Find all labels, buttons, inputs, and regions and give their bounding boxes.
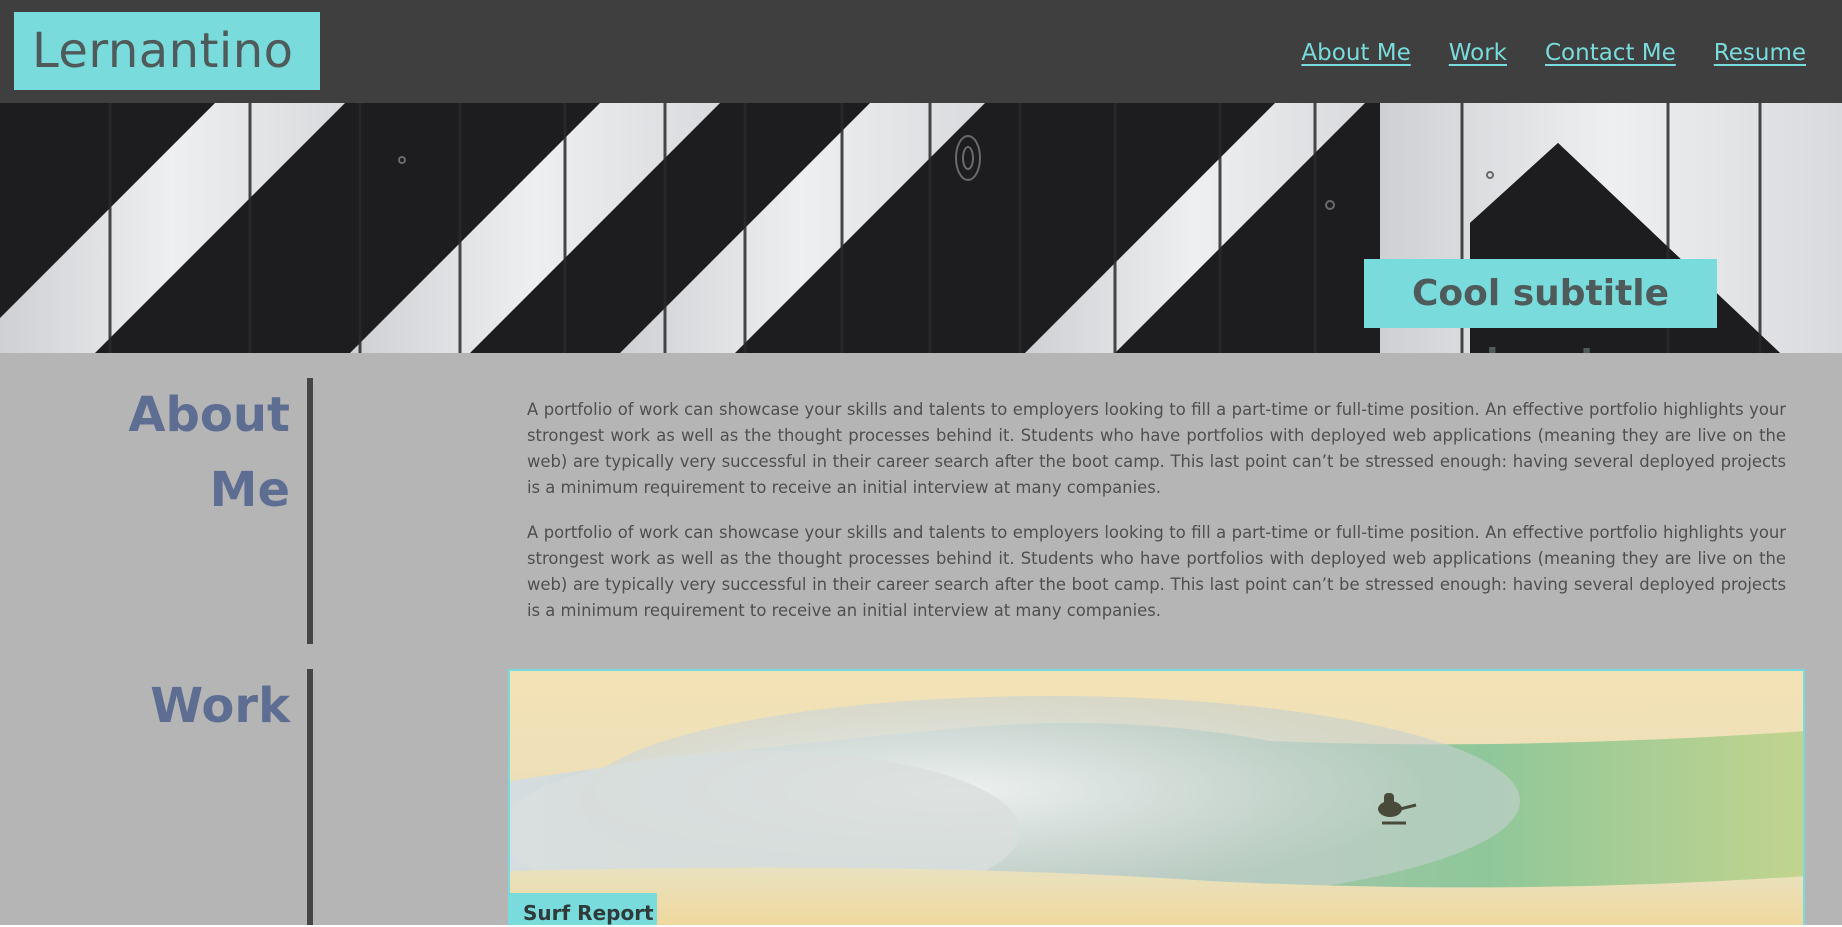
work-title: Work bbox=[150, 678, 290, 734]
nav-link-about-me[interactable]: About Me bbox=[1301, 40, 1410, 66]
portfolio-page: Lernantino About Me Work Contact Me Resu… bbox=[0, 0, 1842, 927]
site-header: Lernantino About Me Work Contact Me Resu… bbox=[0, 0, 1842, 103]
about-paragraph-1: A portfolio of work can showcase your sk… bbox=[527, 400, 1786, 497]
surf-photo-image bbox=[510, 671, 1803, 927]
work-divider bbox=[307, 669, 313, 927]
project-label: Surf Report bbox=[510, 893, 657, 927]
site-logo[interactable]: Lernantino bbox=[14, 12, 320, 90]
hero-subtitle: Cool subtitle here! bbox=[1364, 259, 1717, 353]
project-card-surf-report[interactable]: Surf Report bbox=[508, 669, 1805, 927]
nav-link-contact-me[interactable]: Contact Me bbox=[1545, 40, 1676, 66]
main-nav: About Me Work Contact Me Resume bbox=[1301, 40, 1806, 66]
about-title: About Me bbox=[128, 387, 290, 518]
about-paragraph-2: A portfolio of work can showcase your sk… bbox=[527, 523, 1786, 620]
nav-link-resume[interactable]: Resume bbox=[1714, 40, 1806, 66]
about-divider bbox=[307, 378, 313, 644]
nav-link-work[interactable]: Work bbox=[1449, 40, 1507, 66]
hero-banner: Cool subtitle here! bbox=[0, 103, 1842, 353]
